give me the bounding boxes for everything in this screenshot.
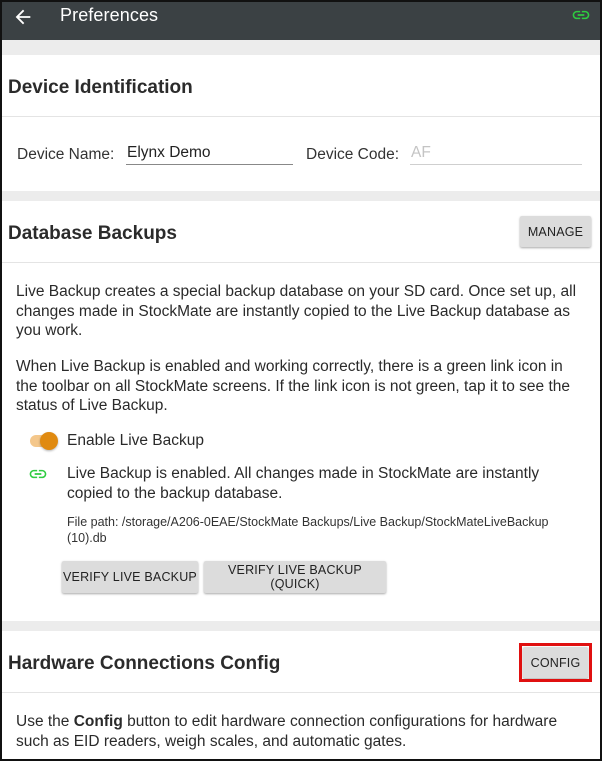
verify-live-backup-quick-button[interactable]: VERIFY LIVE BACKUP (QUICK) <box>204 561 386 593</box>
toolbar: Preferences <box>2 2 600 40</box>
device-name-field[interactable] <box>126 144 293 165</box>
hardware-connections-card: Hardware Connections Config CONFIG Use t… <box>2 631 600 759</box>
device-code-label: Device Code: <box>306 146 400 163</box>
live-backup-status-text: Live Backup is enabled. All changes made… <box>67 465 540 502</box>
live-backup-description: Live Backup creates a special backup dat… <box>16 283 577 339</box>
device-identification-card: Device Identification Device Name: Devic… <box>2 55 600 191</box>
device-name-label: Device Name: <box>17 146 115 163</box>
database-backups-title: Database Backups <box>8 223 177 244</box>
link-icon <box>29 469 47 479</box>
preferences-screen: Preferences Device Identification Device… <box>0 0 602 761</box>
toggle-thumb <box>40 432 58 450</box>
live-backup-status-description: When Live Backup is enabled and working … <box>16 358 571 414</box>
manage-button[interactable]: MANAGE <box>520 216 591 247</box>
hardware-description: Use the Config button to edit hardware c… <box>16 712 588 751</box>
enable-live-backup-toggle[interactable] <box>28 432 58 450</box>
file-path-text: File path: /storage/A206-0EAE/StockMate … <box>67 515 549 545</box>
card-header: Hardware Connections Config CONFIG <box>2 631 600 693</box>
device-code-field[interactable] <box>410 144 582 165</box>
hardware-description-bold: Config <box>73 713 123 730</box>
device-identification-title: Device Identification <box>8 77 193 98</box>
link-icon[interactable] <box>570 5 592 25</box>
verify-live-backup-button[interactable]: VERIFY LIVE BACKUP <box>62 561 198 593</box>
card-header: Database Backups MANAGE <box>2 201 600 263</box>
config-highlight-box <box>519 643 592 682</box>
arrow-left-icon[interactable] <box>12 6 34 28</box>
hardware-connections-title: Hardware Connections Config <box>8 653 281 674</box>
hardware-description-pre: Use the <box>16 713 74 730</box>
page-title: Preferences <box>60 5 159 25</box>
card-header: Device Identification <box>2 55 600 117</box>
database-backups-card: Database Backups MANAGE Live Backup crea… <box>2 201 600 621</box>
enable-live-backup-label: Enable Live Backup <box>67 432 205 449</box>
